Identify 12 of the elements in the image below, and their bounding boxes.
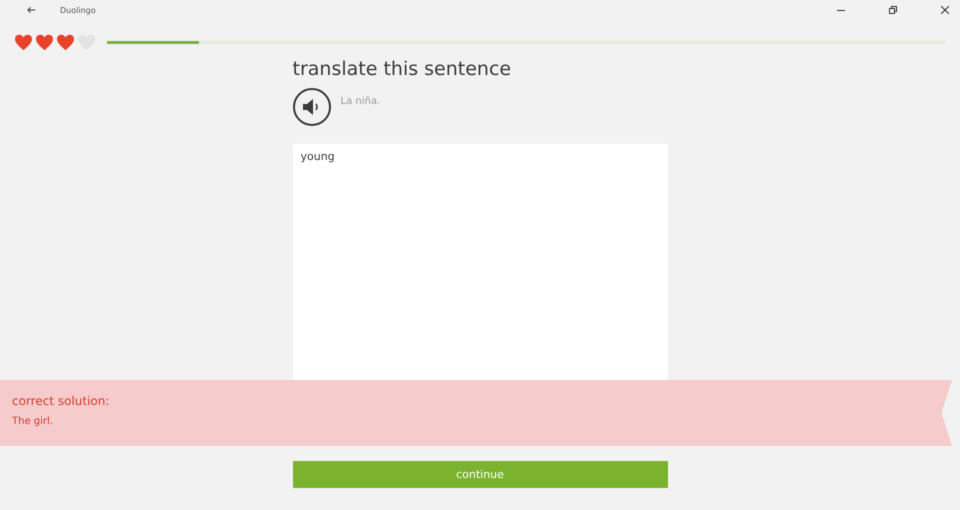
answer-field[interactable]: young — [292, 144, 668, 380]
sentence-text: La niña. — [340, 96, 380, 107]
close-button[interactable] — [938, 3, 952, 17]
close-icon — [941, 6, 949, 14]
back-arrow-icon — [26, 6, 36, 14]
restore-icon — [889, 6, 897, 14]
window-title: Duolingo — [60, 6, 96, 14]
restore-button[interactable] — [886, 3, 900, 17]
speaker-button[interactable] — [292, 88, 330, 126]
feedback-heading: correct solution: — [12, 394, 110, 408]
exercise-title: translate this sentence — [292, 58, 512, 80]
solution-text: The girl. — [12, 416, 54, 427]
